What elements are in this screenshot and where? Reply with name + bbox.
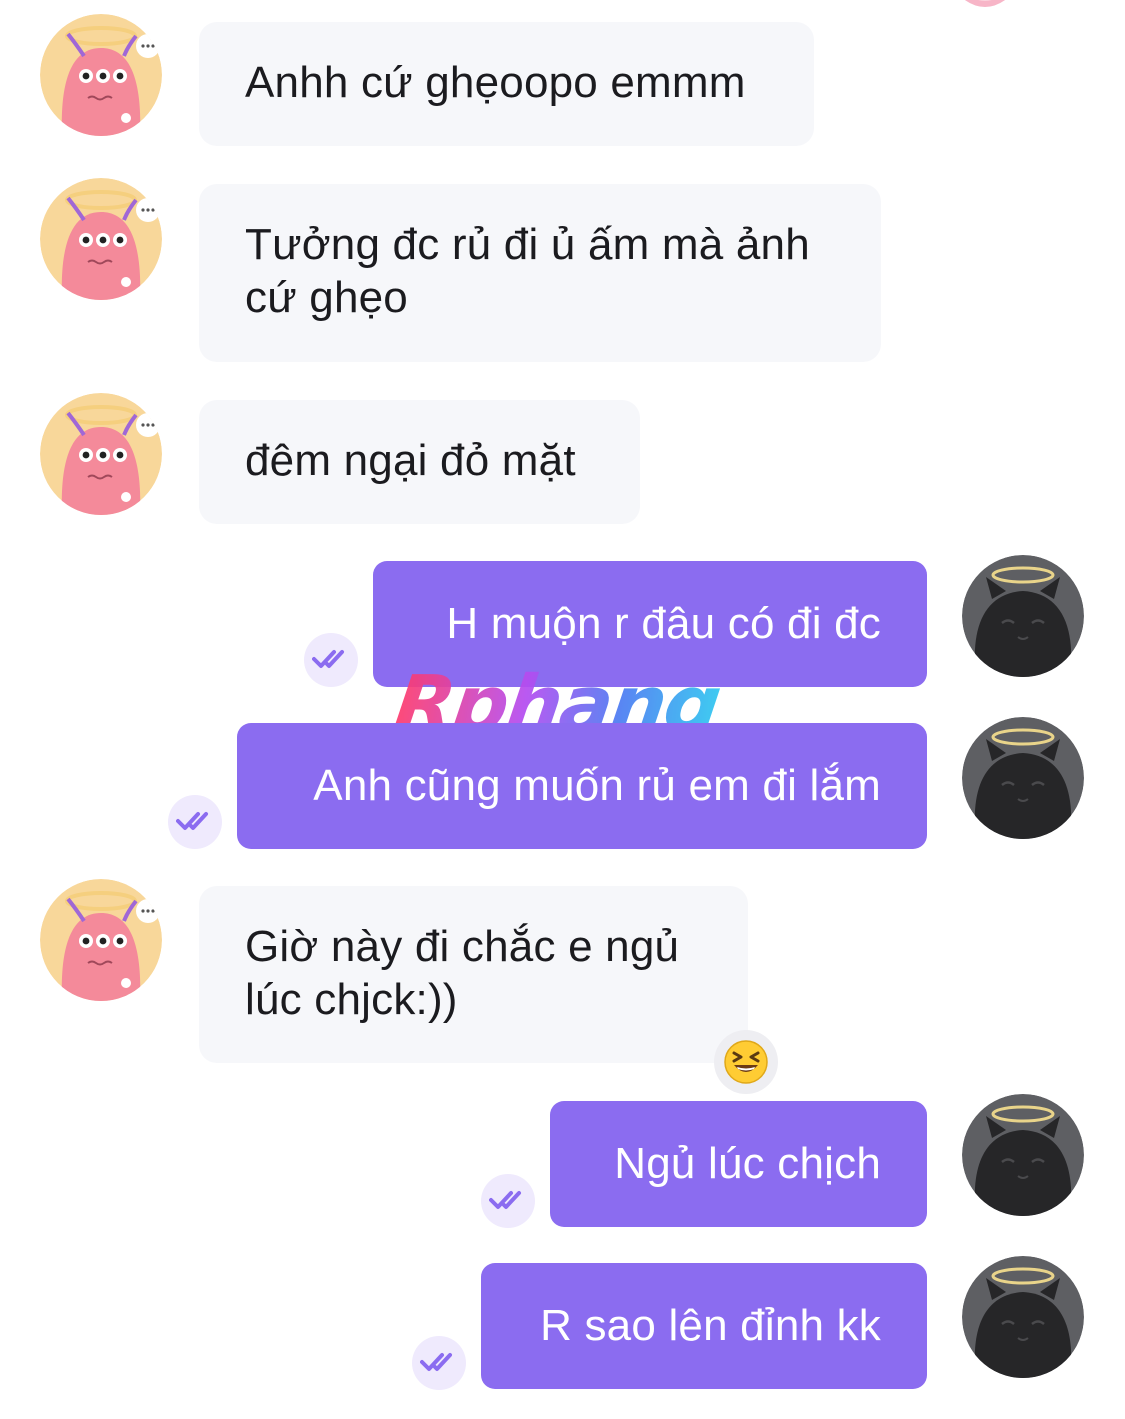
- message-reaction[interactable]: [714, 1030, 778, 1094]
- incoming-message[interactable]: Anhh cứ ghẹoopo emmm: [199, 22, 814, 146]
- dark-cat-halo-avatar-icon: [962, 1094, 1084, 1216]
- outgoing-message[interactable]: Ngủ lúc chịch: [550, 1101, 927, 1227]
- message-text: Tưởng đc rủ đi ủ ấm mà ảnh cứ ghẹo: [245, 220, 810, 322]
- pink-monster-avatar-icon: [40, 393, 162, 515]
- pink-monster-avatar-icon: [40, 14, 162, 136]
- dark-cat-halo-avatar-icon: [962, 555, 1084, 677]
- laughing-emoji-icon: [724, 1040, 768, 1084]
- dark-cat-halo-avatar-icon: [962, 717, 1084, 839]
- read-receipt: [304, 633, 358, 687]
- user-avatar[interactable]: [962, 717, 1084, 839]
- message-text: Anhh cứ ghẹoopo emmm: [245, 58, 746, 107]
- user-avatar[interactable]: [962, 1256, 1084, 1378]
- double-check-icon: [420, 1353, 452, 1371]
- incoming-message[interactable]: Giờ này đi chắc e ngủ lúc chjck:)): [199, 886, 748, 1063]
- message-text: H muộn r đâu có đi đc: [446, 599, 881, 648]
- dark-cat-halo-avatar-icon: [962, 1256, 1084, 1378]
- outgoing-message[interactable]: R sao lên đỉnh kk: [481, 1263, 927, 1389]
- read-receipt: [412, 1336, 466, 1390]
- user-avatar[interactable]: [962, 1094, 1084, 1216]
- contact-avatar[interactable]: [40, 178, 162, 300]
- contact-avatar[interactable]: [40, 393, 162, 515]
- user-avatar[interactable]: [962, 555, 1084, 677]
- contact-avatar[interactable]: [40, 879, 162, 1001]
- outgoing-message[interactable]: Anh cũng muốn rủ em đi lắm: [237, 723, 927, 849]
- double-check-icon: [176, 812, 208, 830]
- read-receipt: [168, 795, 222, 849]
- pink-monster-avatar-icon: [40, 879, 162, 1001]
- incoming-message[interactable]: Tưởng đc rủ đi ủ ấm mà ảnh cứ ghẹo: [199, 184, 881, 362]
- double-check-icon: [489, 1191, 521, 1209]
- chat-thread: Anhh cứ ghẹoopo emmm Tưởng đc rủ đi ủ ấm…: [0, 0, 1125, 1419]
- heart-sticker-icon: [965, 0, 1005, 7]
- message-text: R sao lên đỉnh kk: [540, 1301, 881, 1350]
- read-receipt: [481, 1174, 535, 1228]
- message-text: Giờ này đi chắc e ngủ lúc chjck:)): [245, 922, 680, 1024]
- message-text: Anh cũng muốn rủ em đi lắm: [313, 761, 881, 810]
- pink-monster-avatar-icon: [40, 178, 162, 300]
- message-text: Ngủ lúc chịch: [614, 1139, 881, 1188]
- incoming-message[interactable]: đêm ngại đỏ mặt: [199, 400, 640, 524]
- message-text: đêm ngại đỏ mặt: [245, 436, 576, 485]
- double-check-icon: [312, 650, 344, 668]
- contact-avatar[interactable]: [40, 14, 162, 136]
